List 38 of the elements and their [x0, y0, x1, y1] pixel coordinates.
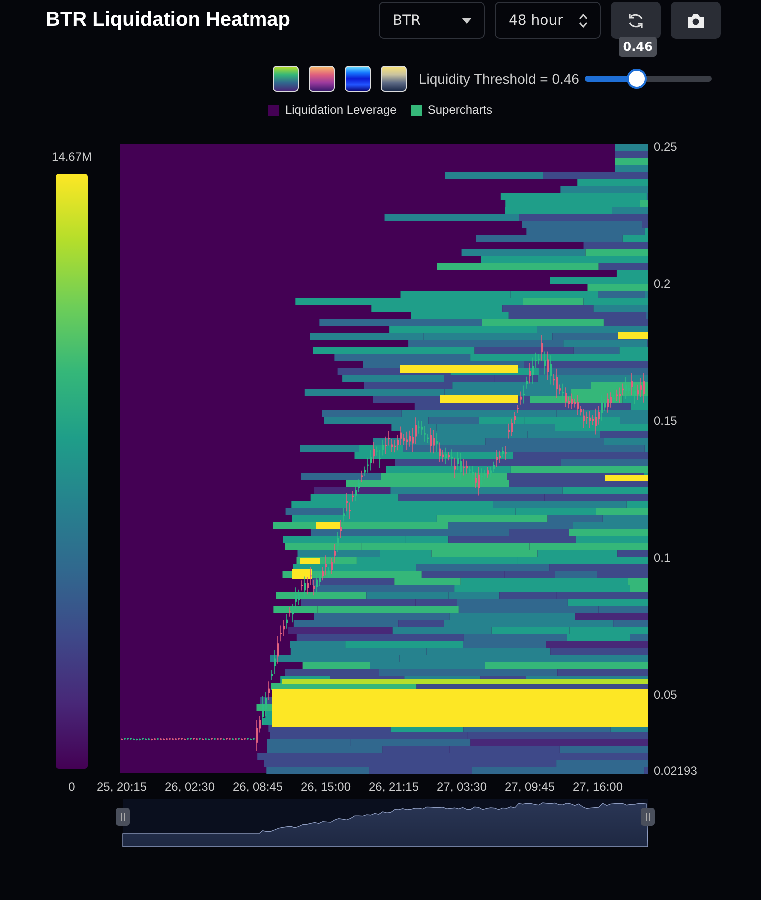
price-axis-label: 0.02193 — [654, 764, 698, 778]
time-axis-label: 27, 03:30 — [436, 780, 488, 794]
range-navigator[interactable] — [122, 799, 648, 848]
price-axis-label: 0.1 — [654, 551, 671, 565]
period-selector[interactable]: 48 hour — [495, 2, 601, 39]
value-tooltip: 0.46 — [619, 37, 658, 57]
time-axis-label: 26, 15:00 — [300, 780, 352, 794]
caret-icon — [462, 18, 472, 24]
colorscheme-swatch[interactable] — [273, 66, 299, 92]
time-axis-label: 26, 02:30 — [164, 780, 216, 794]
time-axis-label: 27, 16:00 — [572, 780, 624, 794]
time-axis-label: 27, 09:45 — [504, 780, 556, 794]
time-axis-label: 25, 20:15 — [96, 780, 148, 794]
colorscheme-swatch[interactable] — [381, 66, 407, 92]
refresh-button[interactable] — [611, 2, 661, 39]
price-axis-label: 0.2 — [654, 277, 671, 291]
colorscheme-swatch[interactable] — [345, 66, 371, 92]
refresh-icon — [627, 12, 645, 30]
time-axis-label: 26, 21:15 — [368, 780, 420, 794]
slider-thumb[interactable] — [627, 69, 648, 89]
range-handle[interactable] — [116, 808, 130, 826]
price-axis-label: 0.05 — [654, 688, 678, 702]
colorscheme-swatch[interactable] — [309, 66, 335, 92]
time-axis-label: 26, 08:45 — [232, 780, 284, 794]
page-title: BTR Liquidation Heatmap — [46, 9, 290, 32]
updown-icon — [579, 12, 588, 28]
scale-max-label: 14.67M — [52, 150, 92, 164]
threshold-slider[interactable] — [585, 69, 712, 89]
camera-button[interactable] — [671, 2, 721, 39]
price-axis-label: 0.15 — [654, 414, 678, 428]
legend-label[interactable]: Liquidation Leverage — [285, 103, 397, 117]
symbol-dropdown[interactable]: BTR — [379, 2, 485, 39]
threshold-label: Liquidity Threshold = 0.46 — [419, 71, 580, 87]
camera-icon — [687, 12, 705, 28]
legend-label[interactable]: Supercharts — [428, 103, 493, 117]
range-handle[interactable] — [641, 808, 655, 826]
scale-min-label: 0 — [68, 780, 76, 794]
price-axis-label: 0.25 — [654, 140, 678, 154]
